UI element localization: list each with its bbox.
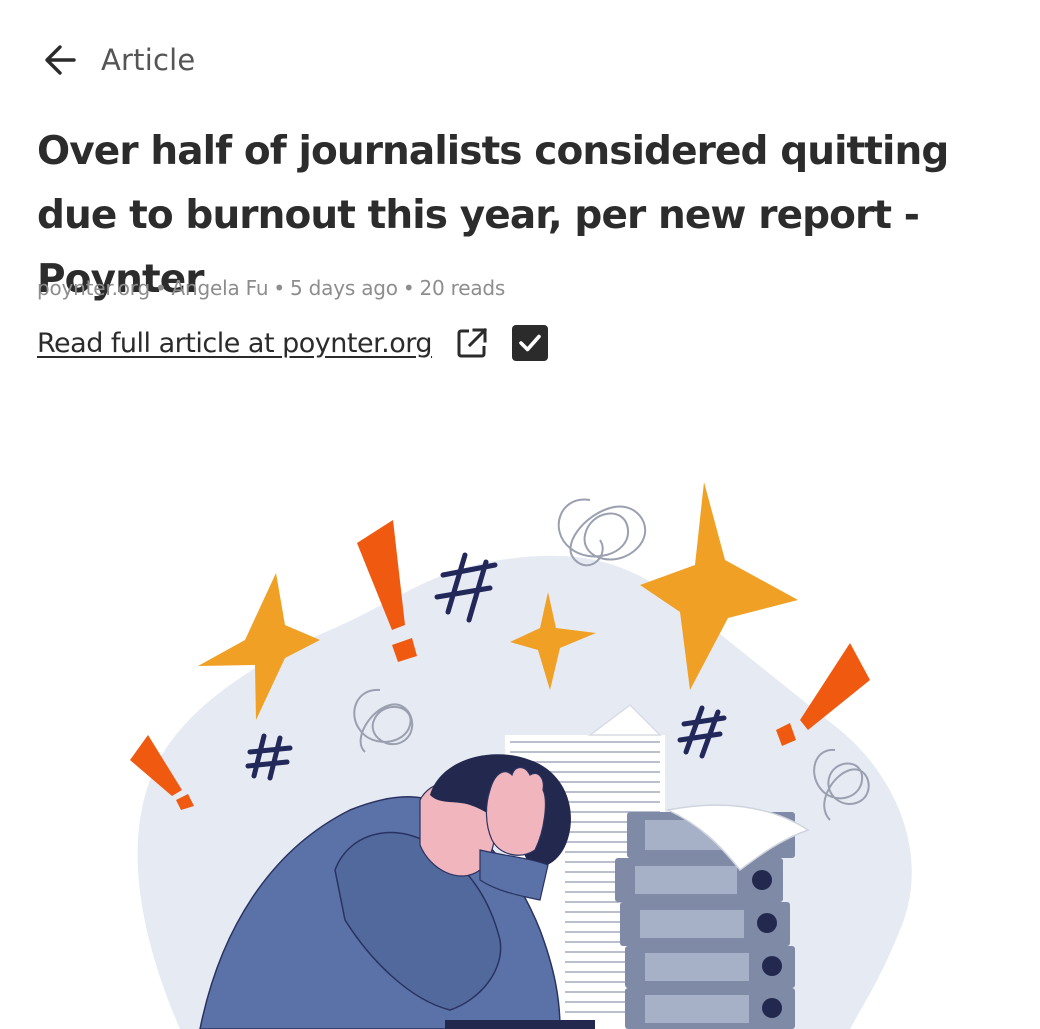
read-checkbox[interactable] <box>512 325 549 361</box>
read-full-row: Read full article at poynter.org <box>37 320 549 366</box>
meta-separator: • <box>154 276 167 300</box>
article-meta: poynter.org • Angela Fu • 5 days ago • 20 read… <box>37 276 505 300</box>
back-button[interactable] <box>36 38 84 82</box>
header-title: Article <box>101 43 196 77</box>
meta-separator: • <box>402 276 415 300</box>
article-source: poynter.org <box>37 276 150 300</box>
app-header: Article <box>0 0 1040 118</box>
read-full-article-link[interactable]: Read full article at poynter.org <box>37 328 433 359</box>
meta-separator: • <box>273 276 285 300</box>
arrow-left-icon <box>45 45 76 75</box>
checkmark-icon <box>519 334 541 352</box>
article-age: 5 days ago <box>289 276 398 300</box>
external-link-icon[interactable] <box>454 325 490 361</box>
article-reads: 20 reads <box>419 276 506 300</box>
burnout-illustration <box>130 482 912 1029</box>
scribble-top <box>557 498 647 567</box>
article-author: Angela Fu <box>171 276 269 300</box>
